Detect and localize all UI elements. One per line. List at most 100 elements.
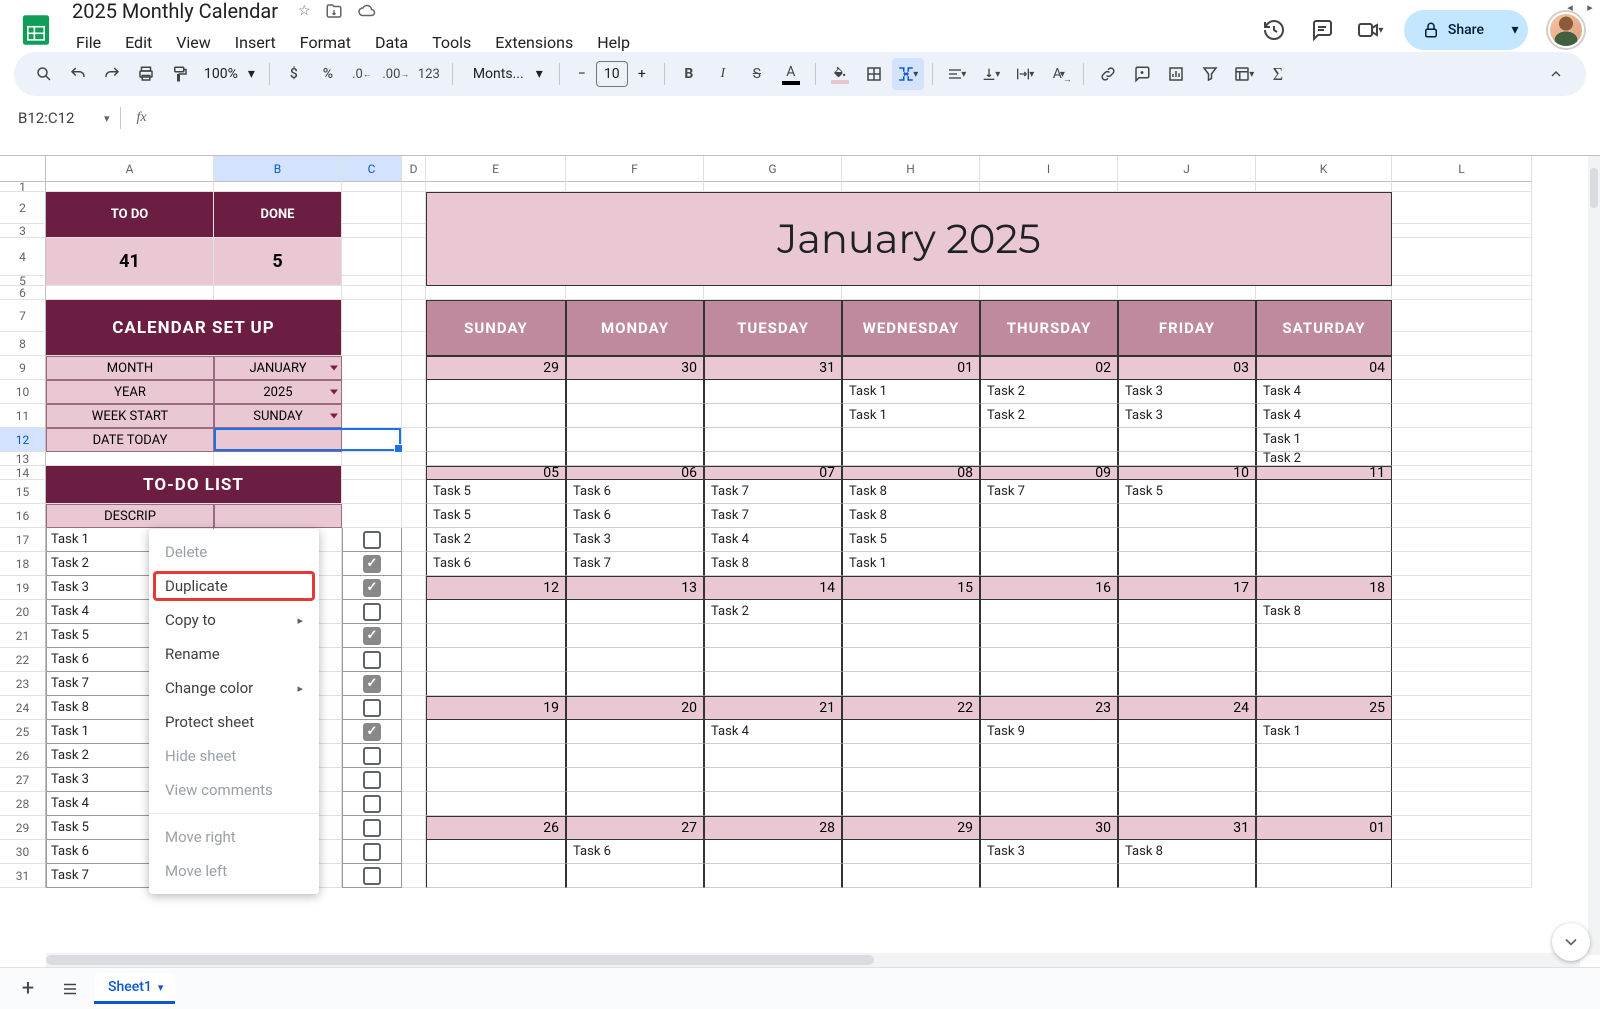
calendar-cell[interactable]	[566, 452, 704, 466]
row-header[interactable]: 17	[0, 528, 46, 552]
task-checkbox-cell[interactable]	[342, 624, 402, 648]
calendar-cell[interactable]	[1118, 672, 1256, 696]
calendar-task[interactable]: Task 1	[842, 404, 980, 428]
cell[interactable]	[402, 182, 426, 192]
dropdown-arrow-icon[interactable]	[330, 414, 338, 419]
calendar-cell[interactable]	[980, 672, 1118, 696]
insert-comment-icon[interactable]	[1126, 58, 1158, 90]
calendar-date[interactable]: 01	[1256, 816, 1392, 840]
calendar-cell[interactable]	[842, 672, 980, 696]
bold-icon[interactable]: B	[673, 58, 705, 90]
calendar-date[interactable]: 01	[842, 356, 980, 380]
row-header[interactable]: 3	[0, 224, 46, 238]
calendar-date[interactable]: 27	[566, 816, 704, 840]
cell[interactable]	[1392, 480, 1532, 504]
calendar-cell[interactable]	[704, 404, 842, 428]
column-header[interactable]: H	[842, 156, 980, 182]
task-checkbox-cell[interactable]	[342, 552, 402, 576]
calendar-task[interactable]: Task 8	[704, 552, 842, 576]
calendar-cell[interactable]	[704, 452, 842, 466]
cell[interactable]	[402, 840, 426, 864]
calendar-task[interactable]: Task 2	[980, 404, 1118, 428]
cell[interactable]	[1392, 792, 1532, 816]
cell[interactable]	[1392, 648, 1532, 672]
cell[interactable]	[402, 672, 426, 696]
calendar-task[interactable]: Task 3	[566, 528, 704, 552]
cell[interactable]	[402, 192, 426, 224]
calendar-cell[interactable]	[566, 720, 704, 744]
calendar-cell[interactable]	[1118, 428, 1256, 452]
row-header[interactable]: 14	[0, 466, 46, 480]
calendar-cell[interactable]	[1256, 480, 1392, 504]
cell[interactable]	[402, 380, 426, 404]
cell[interactable]	[1392, 192, 1532, 224]
calendar-cell[interactable]	[980, 428, 1118, 452]
calendar-cell[interactable]	[426, 792, 566, 816]
calendar-date[interactable]: 30	[980, 816, 1118, 840]
checkbox[interactable]	[363, 771, 381, 789]
cell[interactable]	[402, 576, 426, 600]
cell[interactable]	[842, 182, 980, 192]
row-header[interactable]: 2	[0, 192, 46, 224]
context-menu-item[interactable]: Duplicate	[153, 571, 315, 601]
checkbox[interactable]	[363, 819, 381, 837]
task-checkbox-cell[interactable]	[342, 528, 402, 552]
calendar-date[interactable]: 23	[980, 696, 1118, 720]
horizontal-scrollbar[interactable]	[46, 953, 1580, 967]
calendar-task[interactable]: Task 6	[426, 552, 566, 576]
namebox-dropdown-icon[interactable]: ▾	[104, 112, 110, 125]
cell[interactable]	[842, 286, 980, 300]
calendar-date[interactable]: 20	[566, 696, 704, 720]
calendar-task[interactable]: Task 7	[566, 552, 704, 576]
column-header[interactable]: D	[402, 156, 426, 182]
column-header[interactable]: F	[566, 156, 704, 182]
calendar-cell[interactable]	[1118, 452, 1256, 466]
calendar-cell[interactable]	[426, 840, 566, 864]
calendar-task[interactable]: Task 8	[842, 504, 980, 528]
cell[interactable]	[1118, 182, 1256, 192]
cell[interactable]	[1118, 286, 1256, 300]
calendar-task[interactable]: Task 3	[1118, 404, 1256, 428]
decrease-decimal-icon[interactable]: .0←	[346, 58, 378, 90]
calendar-cell[interactable]	[1118, 720, 1256, 744]
checkbox[interactable]	[363, 651, 381, 669]
paint-format-icon[interactable]	[164, 58, 196, 90]
setup-value[interactable]: SUNDAY	[214, 404, 342, 428]
checkbox[interactable]	[363, 843, 381, 861]
cell[interactable]	[426, 286, 566, 300]
calendar-task[interactable]: Task 8	[842, 480, 980, 504]
zoom-dropdown[interactable]: 100%▾	[198, 66, 261, 82]
row-header[interactable]: 6	[0, 286, 46, 300]
cell[interactable]	[1256, 286, 1392, 300]
calendar-cell[interactable]	[704, 380, 842, 404]
calendar-date[interactable]: 25	[1256, 696, 1392, 720]
checkbox[interactable]	[363, 723, 381, 741]
cell[interactable]	[342, 300, 402, 332]
task-checkbox-cell[interactable]	[342, 864, 402, 888]
row-header[interactable]: 12	[0, 428, 46, 452]
context-menu-item[interactable]: Protect sheet	[149, 705, 319, 739]
cell[interactable]	[342, 504, 402, 528]
calendar-date[interactable]: 09	[980, 466, 1118, 480]
calendar-cell[interactable]	[980, 552, 1118, 576]
column-header[interactable]: E	[426, 156, 566, 182]
calendar-date[interactable]: 02	[980, 356, 1118, 380]
calendar-cell[interactable]	[1256, 528, 1392, 552]
cell[interactable]	[1392, 332, 1532, 356]
calendar-date[interactable]: 12	[426, 576, 566, 600]
calendar-cell[interactable]	[980, 792, 1118, 816]
cell[interactable]	[342, 380, 402, 404]
calendar-cell[interactable]	[426, 600, 566, 624]
calendar-date[interactable]: 30	[566, 356, 704, 380]
calendar-task[interactable]: Task 7	[704, 480, 842, 504]
cell[interactable]	[342, 452, 402, 466]
calendar-date[interactable]: 13	[566, 576, 704, 600]
cell[interactable]	[566, 182, 704, 192]
vertical-scrollbar[interactable]	[1588, 156, 1600, 955]
select-all-corner[interactable]	[0, 156, 46, 182]
row-header[interactable]: 16	[0, 504, 46, 528]
row-header[interactable]: 5	[0, 276, 46, 286]
cell[interactable]	[46, 286, 214, 300]
cell[interactable]	[342, 238, 402, 276]
sheets-app-icon[interactable]	[16, 10, 56, 50]
